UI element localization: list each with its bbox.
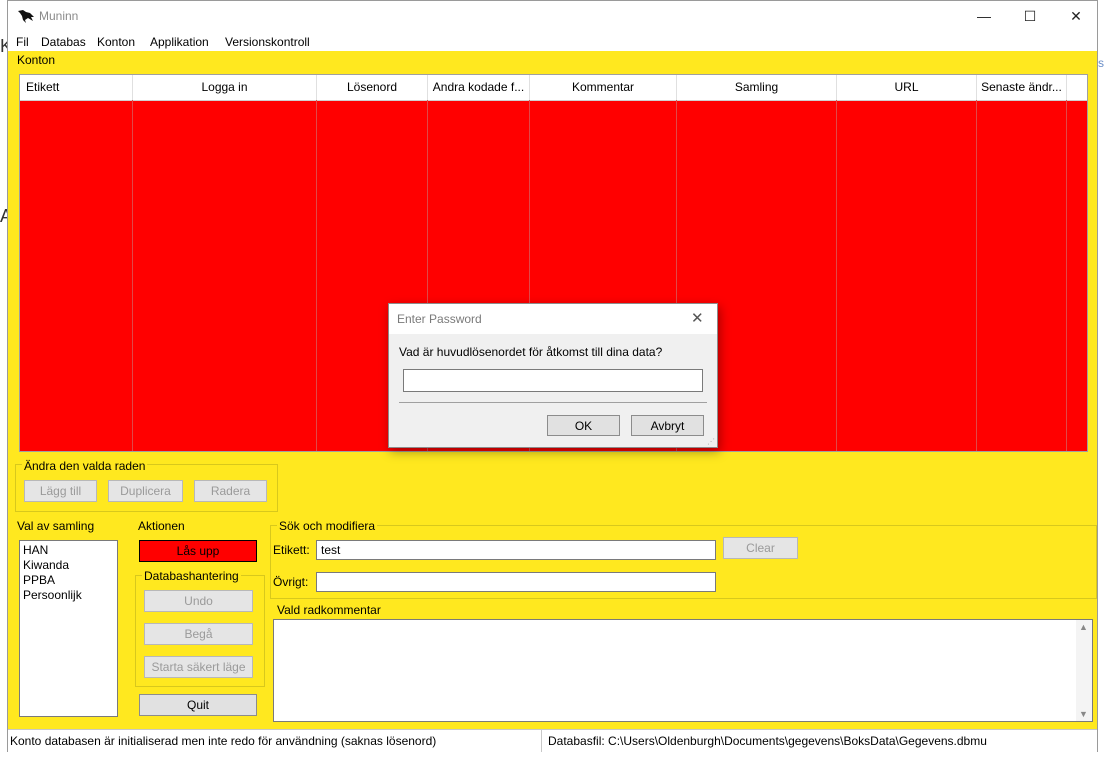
scroll-up-icon[interactable]: ▲ (1079, 622, 1088, 632)
close-button[interactable]: ✕ (1053, 1, 1099, 32)
commit-button[interactable]: Begå (144, 623, 253, 645)
column-divider (132, 100, 133, 451)
column-divider (836, 100, 837, 451)
accounts-group-label: Konton (17, 53, 56, 67)
undo-button[interactable]: Undo (144, 590, 253, 612)
window-title: Muninn (39, 9, 79, 23)
db-management-label: Databashantering (142, 569, 241, 583)
menu-fil[interactable]: Fil (16, 35, 29, 49)
column-divider (316, 100, 317, 451)
duplicate-button[interactable]: Duplicera (108, 480, 183, 502)
column-header-andra-kodade[interactable]: Andra kodade f... (428, 75, 530, 100)
resize-grip-icon[interactable]: ⋰ (707, 437, 715, 446)
column-header-senaste-andrad[interactable]: Senaste ändr... (977, 75, 1067, 100)
maximize-button[interactable]: ☐ (1007, 1, 1053, 32)
column-header-kommentar[interactable]: Kommentar (530, 75, 677, 100)
column-header-losenord[interactable]: Lösenord (317, 75, 428, 100)
title-bar[interactable]: Muninn — ☐ ✕ (8, 1, 1097, 32)
column-header-etikett[interactable]: Etikett (20, 75, 133, 100)
menu-konton[interactable]: Konton (97, 35, 135, 49)
menu-applikation[interactable]: Applikation (150, 35, 209, 49)
cancel-button[interactable]: Avbryt (631, 415, 704, 436)
column-header-url[interactable]: URL (837, 75, 977, 100)
minimize-button[interactable]: — (961, 1, 1007, 32)
other-label: Övrigt: (273, 575, 309, 589)
database-file-path: Databasfil: C:\Users\Oldenburgh\Document… (548, 734, 987, 748)
tag-label: Etikett: (273, 543, 310, 557)
actions-label: Aktionen (138, 519, 185, 533)
column-header-logga-in[interactable]: Logga in (133, 75, 317, 100)
background-fragment: s (1098, 56, 1104, 70)
comment-scrollbar[interactable]: ▲ ▼ (1076, 620, 1092, 721)
comment-label: Vald radkommentar (277, 603, 381, 617)
safe-mode-button[interactable]: Starta säkert läge (144, 656, 253, 678)
column-divider (1066, 100, 1067, 451)
unlock-button[interactable]: Lås upp (139, 540, 257, 562)
scroll-down-icon[interactable]: ▼ (1079, 709, 1088, 719)
column-header-samling[interactable]: Samling (677, 75, 837, 100)
clear-button[interactable]: Clear (723, 537, 798, 559)
collections-label: Val av samling (17, 519, 95, 533)
menu-versionskontroll[interactable]: Versionskontroll (225, 35, 310, 49)
column-divider (976, 100, 977, 451)
edit-row-label: Ändra den valda raden (22, 459, 148, 473)
status-divider (541, 730, 542, 752)
table-header: Etikett Logga in Lösenord Andra kodade f… (20, 75, 1087, 101)
raven-icon (18, 10, 34, 23)
search-label: Sök och modifiera (277, 519, 378, 533)
status-bar: Konto databasen är initialiserad men int… (8, 729, 1097, 752)
dialog-separator (399, 402, 707, 403)
password-dialog: Enter Password ✕ Vad är huvudlösenordet … (388, 303, 718, 448)
list-item[interactable]: Kiwanda (23, 558, 69, 572)
list-item[interactable]: HAN (23, 543, 48, 557)
tag-input[interactable]: test (316, 540, 716, 560)
menu-bar: Fil Databas Konton Applikation Versionsk… (8, 32, 1097, 51)
dialog-title-bar[interactable]: Enter Password ✕ (389, 304, 717, 334)
password-input[interactable] (403, 369, 703, 392)
dialog-prompt: Vad är huvudlösenordet för åtkomst till … (399, 345, 663, 359)
status-message: Konto databasen är initialiserad men int… (10, 734, 437, 748)
menu-databas[interactable]: Databas (41, 35, 86, 49)
add-button[interactable]: Lägg till (24, 480, 97, 502)
collections-list[interactable]: HAN Kiwanda PPBA Persoonlijk (19, 540, 118, 717)
other-input[interactable] (316, 572, 716, 592)
dialog-close-button[interactable]: ✕ (691, 309, 704, 327)
ok-button[interactable]: OK (547, 415, 620, 436)
comment-textarea[interactable]: ▲ ▼ (273, 619, 1093, 722)
list-item[interactable]: PPBA (23, 573, 55, 587)
delete-button[interactable]: Radera (194, 480, 267, 502)
quit-button[interactable]: Quit (139, 694, 257, 716)
dialog-title: Enter Password (397, 312, 482, 326)
list-item[interactable]: Persoonlijk (23, 588, 82, 602)
